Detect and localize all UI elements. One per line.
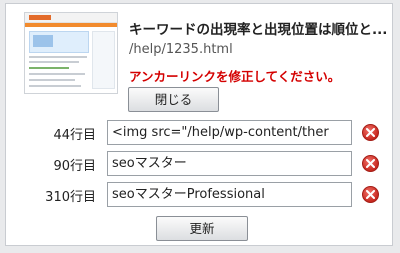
- thumbnail-sidebar: [92, 31, 115, 89]
- warning-message: アンカーリンクを修正してください。: [129, 69, 341, 84]
- thumbnail-line: [29, 67, 69, 69]
- thumbnail-line: [29, 79, 75, 81]
- thumbnail-line: [29, 85, 81, 87]
- row-line-label: 310行目: [45, 190, 96, 205]
- row-line-label: 44行目: [53, 128, 96, 143]
- thumbnail-line: [29, 61, 79, 63]
- delete-icon[interactable]: [362, 155, 379, 172]
- delete-icon[interactable]: [362, 186, 379, 203]
- thumbnail-logo: [29, 15, 51, 20]
- link-field[interactable]: <img src="/help/wp-content/ther: [107, 120, 352, 145]
- link-field[interactable]: seoマスターProfessional: [107, 182, 352, 207]
- link-field[interactable]: seoマスター: [107, 151, 352, 176]
- link-fix-dialog: キーワードの出現率と出現位置は順位と... /help/1235.html アン…: [5, 3, 393, 246]
- row-line-label: 90行目: [53, 159, 96, 174]
- close-button[interactable]: 閉じる: [128, 87, 219, 112]
- update-button[interactable]: 更新: [156, 216, 248, 241]
- thumbnail-hero-image: [33, 35, 53, 47]
- thumbnail-nav: [25, 23, 117, 27]
- thumbnail-line: [29, 56, 87, 58]
- thumbnail-line: [29, 73, 85, 75]
- page-thumbnail: [24, 12, 118, 94]
- page-title: キーワードの出現率と出現位置は順位と...: [129, 22, 388, 38]
- page-path: /help/1235.html: [129, 42, 233, 57]
- delete-icon[interactable]: [362, 124, 379, 141]
